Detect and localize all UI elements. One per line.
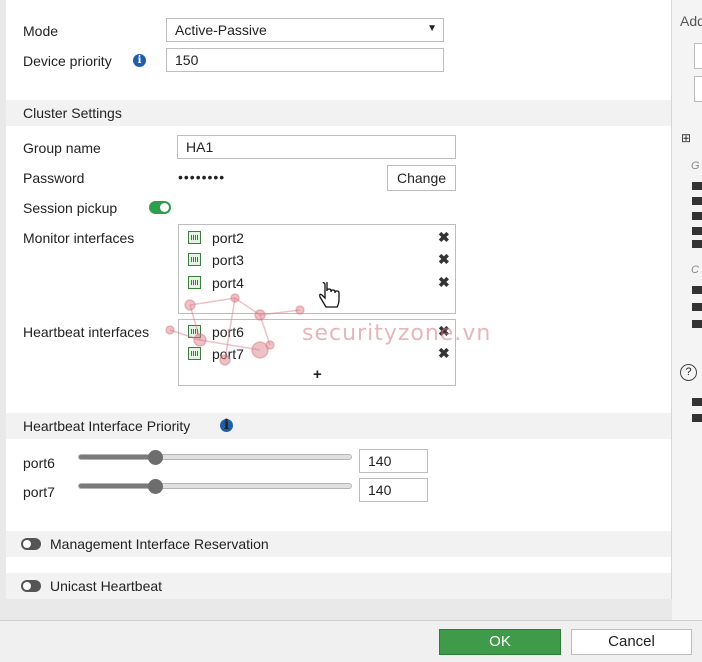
side-group-label: G — [691, 160, 700, 172]
device-priority-input[interactable]: 150 — [166, 48, 444, 72]
device-icon — [692, 240, 702, 248]
chevron-down-icon: ▼ — [427, 23, 437, 34]
password-value: •••••••• — [178, 169, 226, 185]
list-item: port2 ✖ — [188, 228, 450, 248]
interface-name: port3 — [212, 252, 244, 268]
interface-name: port4 — [212, 275, 244, 291]
info-icon[interactable]: i — [133, 54, 146, 67]
monitor-interfaces-label: Monitor interfaces — [23, 230, 135, 246]
slider-thumb[interactable] — [148, 450, 164, 465]
mgmt-reservation-label: Management Interface Reservation — [50, 536, 269, 552]
device-icon — [692, 303, 702, 311]
side-input[interactable] — [694, 43, 702, 69]
priority-value-input[interactable]: 140 — [359, 478, 428, 502]
remove-icon[interactable]: ✖ — [438, 274, 450, 291]
cluster-settings-header: Cluster Settings — [6, 100, 671, 126]
device-icon — [692, 286, 702, 294]
slider-thumb[interactable] — [148, 479, 164, 494]
add-interface-button[interactable]: + — [313, 366, 322, 383]
side-input[interactable] — [694, 76, 702, 102]
side-group-label: C — [691, 264, 699, 276]
unicast-heartbeat-toggle[interactable] — [21, 580, 41, 592]
info-icon[interactable]: i — [220, 418, 233, 432]
remove-icon[interactable]: ✖ — [438, 251, 450, 268]
side-panel: Add ⊞ G C ? — [672, 0, 702, 620]
session-pickup-label: Session pickup — [23, 200, 118, 216]
port-icon — [188, 231, 201, 244]
session-pickup-toggle[interactable] — [149, 201, 171, 214]
priority-slider[interactable] — [78, 479, 352, 494]
mode-select[interactable]: Active-Passive ▼ — [166, 18, 444, 42]
group-name-input[interactable]: HA1 — [177, 135, 456, 159]
unicast-heartbeat-label: Unicast Heartbeat — [50, 578, 163, 594]
cancel-button[interactable]: Cancel — [571, 629, 692, 655]
device-icon — [692, 398, 702, 406]
priority-port-label: port6 — [23, 455, 55, 471]
unicast-heartbeat-row: Unicast Heartbeat — [6, 573, 671, 599]
mgmt-reservation-row: Management Interface Reservation — [6, 531, 671, 557]
change-password-button[interactable]: Change — [387, 165, 456, 191]
device-icon — [692, 182, 702, 190]
group-name-value: HA1 — [186, 139, 214, 155]
group-name-label: Group name — [23, 140, 101, 156]
mode-label: Mode — [23, 23, 59, 39]
slider-fill — [79, 484, 156, 488]
port-icon — [188, 253, 201, 266]
heartbeat-interfaces-label: Heartbeat interfaces — [23, 324, 150, 340]
watermark-graphic — [165, 293, 305, 366]
port-icon — [188, 276, 201, 289]
device-icon — [692, 212, 702, 220]
device-icon — [692, 227, 702, 235]
topology-icon: ⊞ — [681, 131, 692, 145]
remove-icon[interactable]: ✖ — [438, 229, 450, 246]
priority-slider[interactable] — [78, 450, 352, 465]
device-priority-value: 150 — [175, 52, 199, 68]
list-item: port3 ✖ — [188, 250, 450, 270]
priority-port-label: port7 — [23, 484, 55, 500]
device-icon — [692, 414, 702, 422]
mgmt-reservation-toggle[interactable] — [21, 538, 41, 550]
device-icon — [692, 197, 702, 205]
watermark-text: securityzone.vn — [302, 321, 492, 346]
priority-value: 140 — [368, 482, 392, 498]
mode-select-value: Active-Passive — [175, 22, 267, 38]
dialog-footer: OK Cancel — [0, 620, 702, 662]
hand-cursor-icon — [319, 282, 340, 308]
cluster-settings-title: Cluster Settings — [23, 105, 122, 121]
help-icon[interactable]: ? — [680, 364, 697, 381]
device-icon — [692, 320, 702, 328]
priority-value-input[interactable]: 140 — [359, 449, 428, 473]
ok-button[interactable]: OK — [439, 629, 561, 655]
password-label: Password — [23, 170, 85, 186]
priority-value: 140 — [368, 453, 392, 469]
slider-fill — [79, 455, 156, 459]
heartbeat-priority-header: Heartbeat Interface Priority i — [6, 413, 671, 439]
interface-name: port2 — [212, 230, 244, 246]
heartbeat-priority-title: Heartbeat Interface Priority — [23, 418, 191, 434]
device-priority-label: Device priority — [23, 53, 112, 69]
side-panel-title: Add — [680, 13, 702, 29]
remove-icon[interactable]: ✖ — [438, 345, 450, 362]
